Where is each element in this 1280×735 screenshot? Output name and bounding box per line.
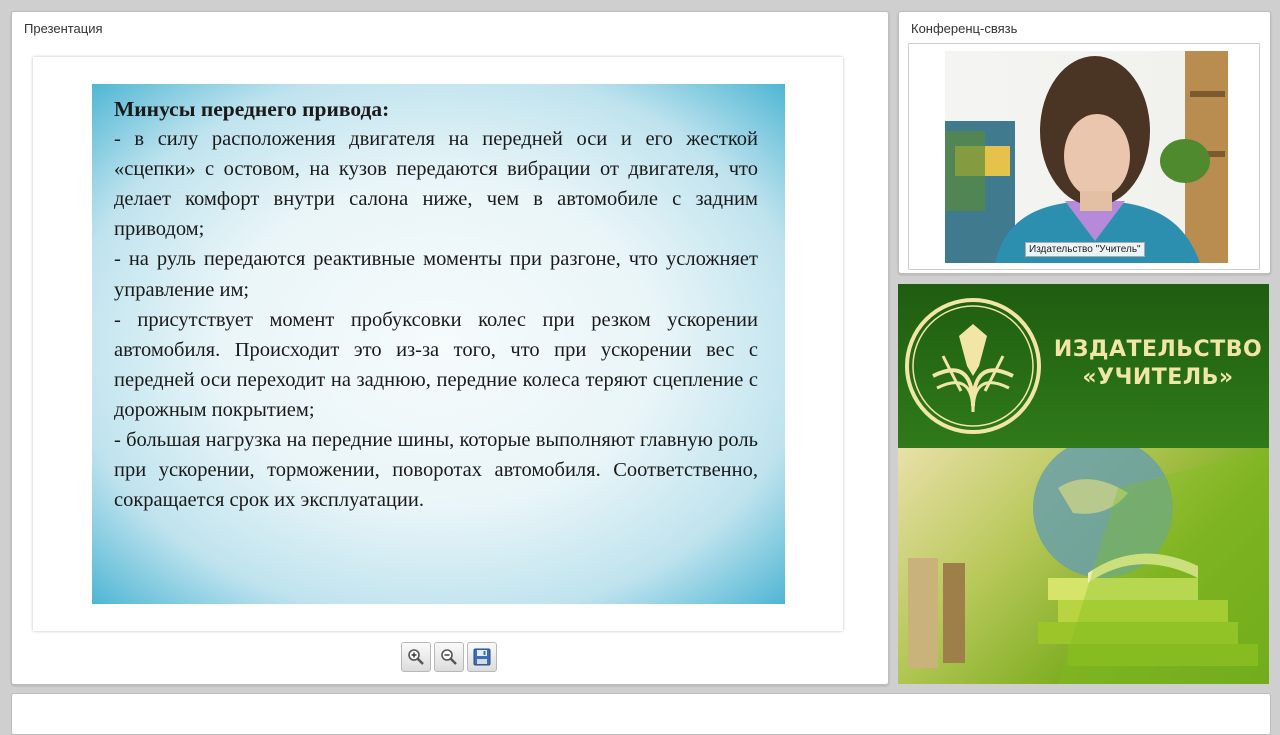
publisher-name-line1: ИЗДАТЕЛЬСТВО [1053, 337, 1263, 362]
books-globe-image [908, 448, 1269, 684]
slide-content: Минусы переднего привода: - в силу распо… [114, 94, 758, 515]
publisher-banner: ИЗДАТЕЛЬСТВО «УЧИТЕЛЬ» [898, 284, 1269, 684]
zoom-in-button[interactable] [401, 642, 431, 672]
slide-frame: Минусы переднего привода: - в силу распо… [33, 57, 843, 631]
save-button[interactable] [467, 642, 497, 672]
conference-panel: Конференц-связь Издательство "Учитель" [898, 11, 1271, 274]
save-icon [473, 648, 491, 666]
presentation-title: Презентация [24, 21, 103, 36]
slide-paragraph-4: - большая нагрузка на передние шины, кот… [114, 429, 758, 512]
zoom-out-button[interactable] [434, 642, 464, 672]
slide-heading: Минусы переднего привода: [114, 97, 390, 121]
slide-paragraph-3: - присутствует момент пробуксовки колес … [114, 308, 758, 421]
presentation-panel: Презентация Минусы переднего привода: - … [11, 11, 889, 685]
participant-image [945, 51, 1228, 263]
publisher-name-line2: «УЧИТЕЛЬ» [1082, 365, 1234, 390]
slide-paragraph-1: - в силу расположения двигателя на перед… [114, 128, 758, 241]
books-illustration [898, 448, 1269, 684]
publisher-name: ИЗДАТЕЛЬСТВО «УЧИТЕЛЬ» [1048, 336, 1268, 392]
zoom-in-icon [408, 649, 424, 665]
video-frame: Издательство "Учитель" [908, 43, 1260, 270]
publisher-logo-area: ИЗДАТЕЛЬСТВО «УЧИТЕЛЬ» [898, 284, 1269, 448]
publisher-emblem-icon [905, 298, 1041, 434]
participant-video[interactable]: Издательство "Учитель" [945, 51, 1228, 263]
slide-paragraph-2: - на руль передаются реактивные моменты … [114, 248, 758, 301]
conference-title: Конференц-связь [911, 21, 1018, 36]
bottom-panel [11, 693, 1271, 735]
slide: Минусы переднего привода: - в силу распо… [92, 84, 785, 604]
zoom-out-icon [441, 649, 457, 665]
participant-name-tag: Издательство "Учитель" [1025, 242, 1145, 257]
